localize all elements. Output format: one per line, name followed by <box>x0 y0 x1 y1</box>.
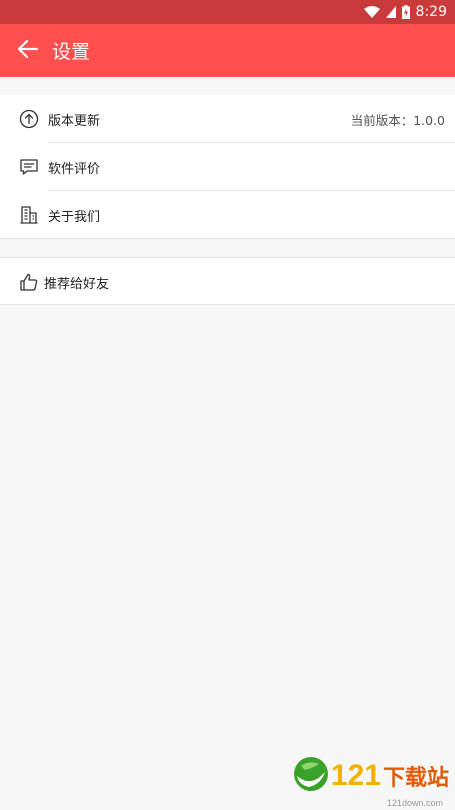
watermark-url: 121down.com <box>386 798 443 808</box>
settings-group-main: 版本更新 当前版本：1.0.0 软件评价 关于我们 <box>0 95 455 239</box>
status-bar: 8:29 <box>0 0 455 24</box>
current-version-text: 当前版本：1.0.0 <box>350 112 445 128</box>
watermark-number: 121 <box>330 759 381 792</box>
app-bar: 设置 <box>0 24 455 77</box>
page-title: 设置 <box>52 41 91 63</box>
comment-icon <box>18 156 40 178</box>
settings-item-about-us[interactable]: 关于我们 <box>0 191 455 239</box>
thumbs-up-icon <box>18 271 40 293</box>
globe-logo-icon <box>291 754 331 798</box>
watermark: 121 下载站 <box>291 754 449 798</box>
settings-item-label: 关于我们 <box>48 209 101 225</box>
settings-item-label: 版本更新 <box>48 113 101 129</box>
settings-item-version-update[interactable]: 版本更新 当前版本：1.0.0 <box>0 95 455 143</box>
settings-item-label: 推荐给好友 <box>44 276 110 292</box>
building-icon <box>18 204 40 226</box>
signal-icon <box>385 6 396 18</box>
settings-item-label: 软件评价 <box>48 161 101 177</box>
settings-group-share: 推荐给好友 <box>0 257 455 305</box>
settings-item-rate-app[interactable]: 软件评价 <box>0 143 455 191</box>
watermark-text: 下载站 <box>382 766 449 791</box>
settings-item-recommend[interactable]: 推荐给好友 <box>0 258 455 306</box>
upload-circle-icon <box>18 108 40 130</box>
status-time: 8:29 <box>415 4 447 20</box>
arrow-left-icon <box>17 38 39 64</box>
wifi-icon <box>363 6 380 18</box>
back-button[interactable] <box>4 24 52 77</box>
battery-charging-icon <box>401 5 410 19</box>
